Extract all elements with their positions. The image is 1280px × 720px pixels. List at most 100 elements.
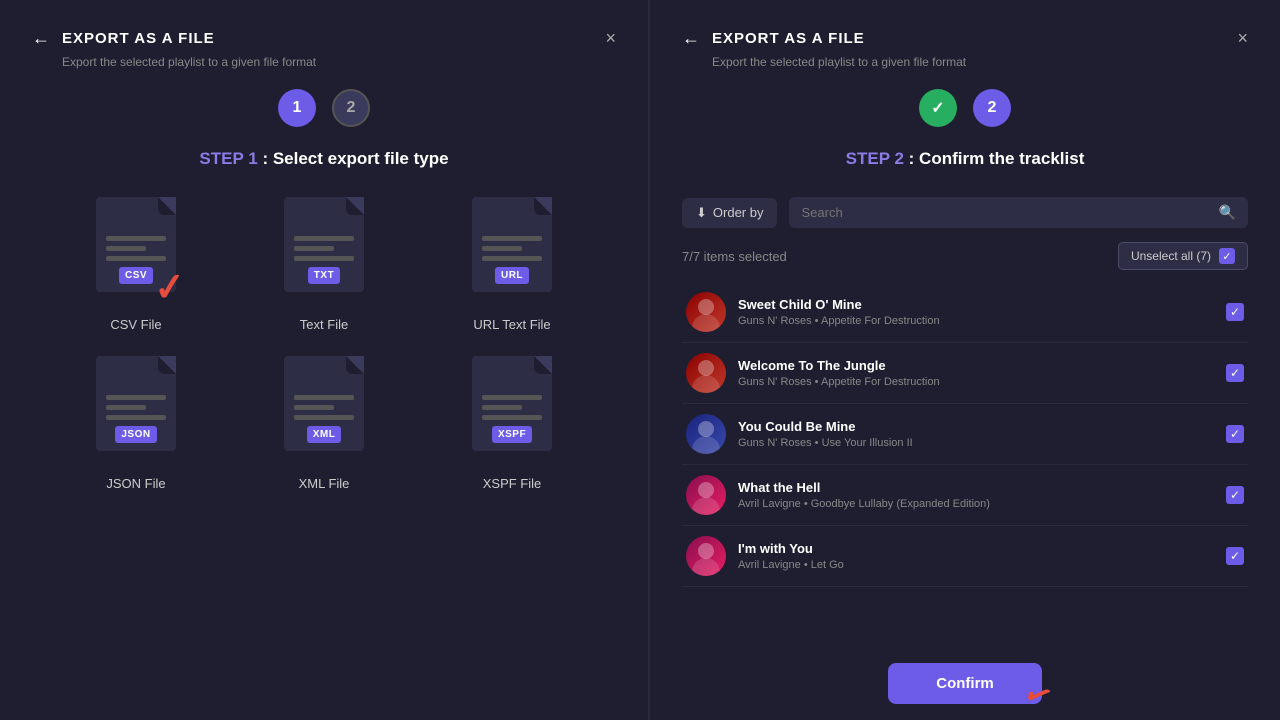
xml-line-1 (294, 395, 354, 400)
right-panel-title: EXPORT AS A FILE (712, 30, 865, 47)
order-by-label: Order by (713, 205, 764, 220)
file-type-grid: CSV ✓ CSV File TXT Text File (32, 197, 616, 491)
items-row: 7/7 items selected Unselect all (7) ✓ (682, 242, 1248, 270)
track-checkbox[interactable]: ✓ (1226, 364, 1244, 382)
right-step-2-circle: 2 (973, 89, 1011, 127)
file-type-url[interactable]: URL URL Text File (428, 197, 596, 332)
url-icon-wrap: URL (462, 197, 562, 307)
right-step-1-circle: ✓ (919, 89, 957, 127)
url-doc-lines (482, 236, 542, 261)
confirm-area: Confirm ✓ (682, 649, 1248, 720)
track-avatar (686, 536, 726, 576)
track-title: Welcome To The Jungle (738, 358, 1214, 373)
search-icon: 🔍 (1219, 204, 1236, 221)
track-title: Sweet Child O' Mine (738, 297, 1214, 312)
track-avatar (686, 353, 726, 393)
left-panel: ← EXPORT AS A FILE × Export the selected… (0, 0, 650, 720)
unselect-all-button[interactable]: Unselect all (7) ✓ (1118, 242, 1248, 270)
xml-line-3 (294, 415, 354, 420)
xml-line-2 (294, 405, 334, 410)
order-search-row: ⬇ Order by 🔍 (682, 197, 1248, 228)
json-doc-icon: JSON (96, 356, 176, 451)
step2-text: : Confirm the tracklist (909, 149, 1085, 168)
xml-doc-icon: XML (284, 356, 364, 451)
left-panel-title: EXPORT AS A FILE (62, 30, 215, 47)
step-1-circle: 1 (278, 89, 316, 127)
track-item[interactable]: I'm with You Avril Lavigne • Let Go ✓ (682, 526, 1248, 587)
csv-badge: CSV (119, 267, 153, 284)
left-back-arrow[interactable]: ← (32, 28, 50, 49)
track-meta: Guns N' Roses • Use Your Illusion II (738, 437, 1214, 449)
avatar-art (686, 292, 726, 332)
txt-line-2 (294, 246, 334, 251)
unselect-label: Unselect all (7) (1131, 249, 1211, 263)
track-checkbox[interactable]: ✓ (1226, 303, 1244, 321)
track-checkbox[interactable]: ✓ (1226, 425, 1244, 443)
xspf-doc-lines (482, 395, 542, 420)
file-type-json[interactable]: JSON JSON File (52, 356, 220, 491)
txt-doc-icon: TXT (284, 197, 364, 292)
csv-line-3 (106, 256, 166, 261)
file-type-xspf[interactable]: XSPF XSPF File (428, 356, 596, 491)
track-info: You Could Be Mine Guns N' Roses • Use Yo… (738, 419, 1214, 449)
json-badge: JSON (115, 426, 156, 443)
track-item[interactable]: You Could Be Mine Guns N' Roses • Use Yo… (682, 404, 1248, 465)
search-box: 🔍 (789, 197, 1248, 228)
file-type-csv[interactable]: CSV ✓ CSV File (52, 197, 220, 332)
track-item[interactable]: Sweet Child O' Mine Guns N' Roses • Appe… (682, 282, 1248, 343)
avatar-art (686, 536, 726, 576)
right-panel: ← EXPORT AS A FILE × Export the selected… (650, 0, 1280, 720)
track-meta: Guns N' Roses • Appetite For Destruction (738, 315, 1214, 327)
url-badge: URL (495, 267, 529, 284)
txt-line-1 (294, 236, 354, 241)
track-item[interactable]: What the Hell Avril Lavigne • Goodbye Lu… (682, 465, 1248, 526)
step2-heading: STEP 2 : Confirm the tracklist (682, 149, 1248, 169)
right-back-arrow[interactable]: ← (682, 28, 700, 49)
xml-icon-wrap: XML (274, 356, 374, 466)
items-count: 7/7 items selected (682, 249, 787, 264)
order-by-button[interactable]: ⬇ Order by (682, 198, 777, 228)
url-line-1 (482, 236, 542, 241)
track-list: Sweet Child O' Mine Guns N' Roses • Appe… (682, 282, 1248, 649)
left-header: ← EXPORT AS A FILE × (32, 28, 616, 49)
url-line-3 (482, 256, 542, 261)
json-label: JSON File (106, 476, 165, 491)
csv-line-1 (106, 236, 166, 241)
txt-line-3 (294, 256, 354, 261)
track-checkbox[interactable]: ✓ (1226, 547, 1244, 565)
txt-label: Text File (300, 317, 348, 332)
avatar-art (686, 414, 726, 454)
right-close-button[interactable]: × (1237, 28, 1248, 49)
step1-heading: STEP 1 : Select export file type (32, 149, 616, 169)
json-line-1 (106, 395, 166, 400)
file-type-xml[interactable]: XML XML File (240, 356, 408, 491)
track-avatar (686, 475, 726, 515)
confirm-arrow-icon: ✓ (1017, 672, 1059, 718)
track-avatar (686, 414, 726, 454)
track-title: What the Hell (738, 480, 1214, 495)
avatar-art (686, 353, 726, 393)
url-label: URL Text File (473, 317, 550, 332)
csv-icon-wrap: CSV ✓ (86, 197, 186, 307)
left-close-button[interactable]: × (605, 28, 616, 49)
track-item[interactable]: Welcome To The Jungle Guns N' Roses • Ap… (682, 343, 1248, 404)
track-meta: Avril Lavigne • Let Go (738, 559, 1214, 571)
txt-icon-wrap: TXT (274, 197, 374, 307)
csv-line-2 (106, 246, 146, 251)
csv-checkmark: ✓ (153, 268, 188, 309)
json-icon-wrap: JSON (86, 356, 186, 466)
left-steps-row: 1 2 (32, 89, 616, 127)
track-checkbox[interactable]: ✓ (1226, 486, 1244, 504)
confirm-label: Confirm (936, 675, 994, 692)
confirm-button[interactable]: Confirm ✓ (888, 663, 1042, 704)
xml-label: XML File (299, 476, 350, 491)
file-type-txt[interactable]: TXT Text File (240, 197, 408, 332)
track-info: Welcome To The Jungle Guns N' Roses • Ap… (738, 358, 1214, 388)
xml-doc-lines (294, 395, 354, 420)
xspf-label: XSPF File (483, 476, 542, 491)
search-input[interactable] (801, 205, 1210, 220)
csv-doc-lines (106, 236, 166, 261)
avatar-art (686, 475, 726, 515)
xspf-doc-icon: XSPF (472, 356, 552, 451)
track-info: I'm with You Avril Lavigne • Let Go (738, 541, 1214, 571)
